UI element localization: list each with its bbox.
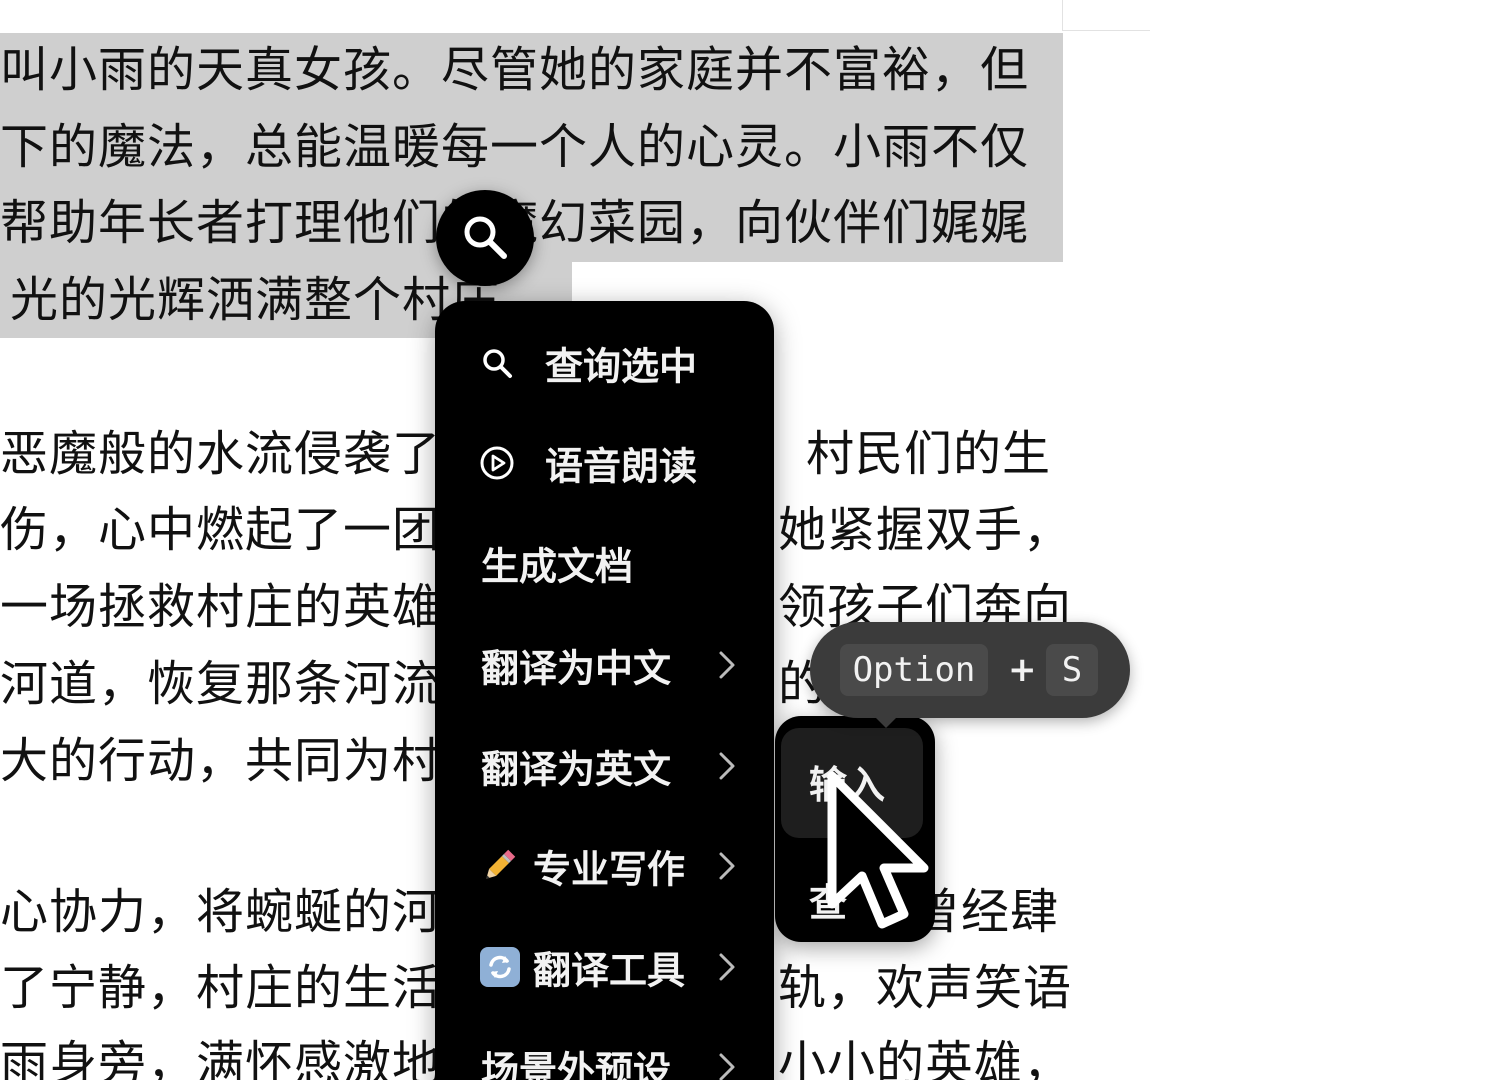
chevron-right-icon xyxy=(719,953,735,981)
search-bubble-button[interactable] xyxy=(436,190,534,286)
menu-item-label: 专业写作 xyxy=(533,847,686,892)
menu-item-query-selection[interactable]: 查询选中 xyxy=(435,313,774,413)
shortcut-key-s: S xyxy=(1046,644,1098,696)
refresh-icon xyxy=(480,947,520,987)
chevron-right-icon xyxy=(719,852,735,880)
page-divider xyxy=(1062,30,1150,31)
chevron-right-icon xyxy=(719,651,735,679)
play-circle-icon xyxy=(480,446,514,480)
pencil-icon xyxy=(486,849,516,879)
text-line: 一场拯救村庄的英雄 xyxy=(0,579,442,635)
text-line: 河道，恢复那条河流 xyxy=(0,656,442,712)
shortcut-plus: + xyxy=(1008,650,1037,690)
menu-item-label: 翻译为英文 xyxy=(481,747,672,792)
text-line: 叫小雨的天真女孩。尽管她的家庭并不富裕，但 xyxy=(0,42,1030,98)
shortcut-tooltip: Option + S xyxy=(810,622,1130,728)
text-line: 雨身旁，满怀感激地 xyxy=(0,1036,442,1080)
text-line: 下的魔法，总能温暖每一个人的心灵。小雨不仅 xyxy=(0,119,1030,175)
menu-item-translate-zh[interactable]: 翻译为中文 xyxy=(435,615,774,715)
mouse-pointer-icon xyxy=(827,771,929,929)
text-line: 轨，欢声笑语 xyxy=(778,960,1073,1016)
text-line: 村民们的生 xyxy=(806,426,1052,482)
text-line: 伤，心中燃起了一团 xyxy=(0,502,442,558)
menu-item-label: 语音朗读 xyxy=(545,444,698,489)
text-line: 光的光辉洒满整个村庄 xyxy=(10,272,501,328)
search-icon xyxy=(464,216,507,259)
menu-item-label: 场景外预设 xyxy=(481,1048,672,1080)
search-icon xyxy=(483,349,512,378)
menu-item-label: 翻译为中文 xyxy=(481,646,672,691)
text-line: 小小的英雄， xyxy=(778,1036,1073,1080)
menu-item-scene-presets[interactable]: 场景外预设 xyxy=(435,1017,774,1080)
text-line: 大的行动，共同为村 xyxy=(0,733,442,789)
shortcut-key-option: Option xyxy=(840,644,988,696)
menu-item-read-aloud[interactable]: 语音朗读 xyxy=(435,413,774,513)
tooltip-arrow xyxy=(872,714,900,728)
menu-item-label: 查询选中 xyxy=(545,344,698,389)
menu-item-pro-writing[interactable]: 专业写作 xyxy=(435,816,774,916)
text-line: 恶魔般的水流侵袭了 xyxy=(0,426,442,482)
text-line: 她紧握双手， xyxy=(778,502,1073,558)
page-divider xyxy=(1062,0,1063,30)
menu-item-label: 翻译工具 xyxy=(533,948,686,993)
text-line: 心协力，将蜿蜒的河 xyxy=(0,884,442,940)
text-line: 了宁静，村庄的生活 xyxy=(0,960,442,1016)
menu-item-translate-en[interactable]: 翻译为英文 xyxy=(435,716,774,816)
chevron-right-icon xyxy=(719,1053,735,1080)
menu-item-label: 生成文档 xyxy=(481,544,634,589)
context-menu: 查询选中 语音朗读 生成文档 翻译为中文 翻译为英文 专业写作 翻译工具 场景外… xyxy=(435,301,774,1080)
menu-item-generate-doc[interactable]: 生成文档 xyxy=(435,513,774,613)
chevron-right-icon xyxy=(719,752,735,780)
menu-item-translate-tools[interactable]: 翻译工具 xyxy=(435,917,774,1017)
